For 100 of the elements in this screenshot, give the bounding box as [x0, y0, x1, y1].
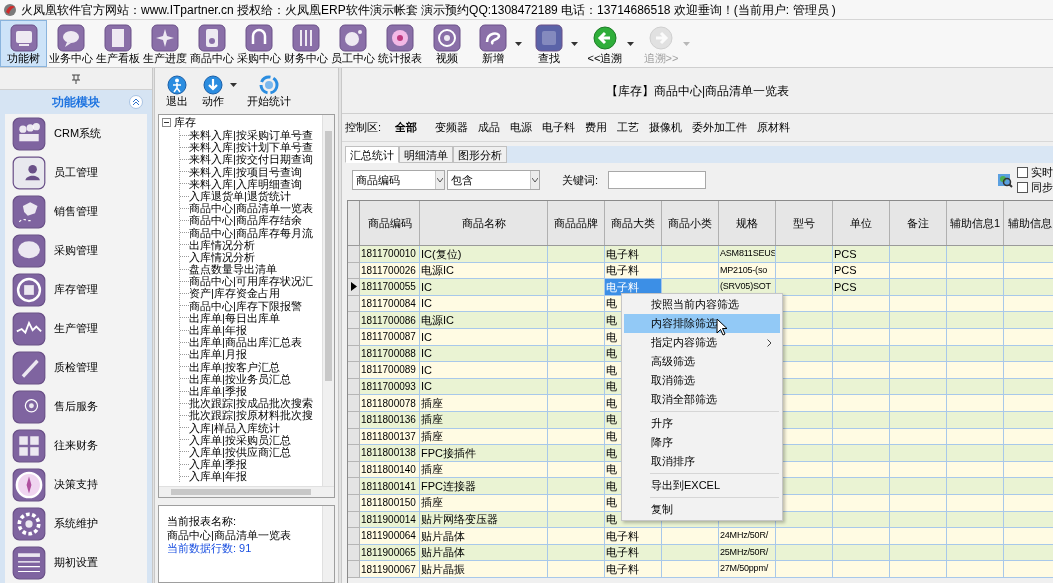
tree-item[interactable]: 入库退货单|退货统计: [189, 189, 291, 203]
tree-item[interactable]: 入库单|年报: [189, 470, 247, 483]
menu-item[interactable]: 内容排除筛选: [624, 314, 780, 333]
toolbar-button[interactable]: 采购中心: [235, 20, 282, 67]
toolbar-button[interactable]: 视频: [423, 20, 470, 67]
tree-item[interactable]: 出库单|按客户汇总: [189, 360, 280, 373]
toolbar-button[interactable]: 统计报表: [376, 20, 423, 67]
tree-item[interactable]: 批次跟踪|按成品批次搜索: [189, 397, 313, 410]
tree-item[interactable]: 商品中心|商品库存每月流: [189, 226, 313, 239]
toolbar-button[interactable]: 业务中心: [47, 20, 94, 67]
tree-item[interactable]: 入库单|按采购员汇总: [189, 433, 291, 446]
column-header[interactable]: 商品编码: [360, 201, 420, 245]
tree-item[interactable]: 入库情况分析: [189, 250, 255, 264]
action-button[interactable]: 开始统计: [243, 75, 295, 108]
tree-item[interactable]: 入库单|季报: [189, 458, 247, 471]
tab[interactable]: 图形分析: [453, 146, 507, 163]
category-filter[interactable]: 变频器: [435, 119, 469, 136]
table-cell: [548, 478, 605, 495]
checkbox[interactable]: 实时: [1017, 166, 1053, 179]
column-header[interactable]: 型号: [776, 201, 833, 245]
sidebar-item[interactable]: 往来财务: [5, 426, 147, 465]
sidebar-item[interactable]: CRM系统: [5, 114, 147, 153]
sidebar-item[interactable]: 系统维护: [5, 504, 147, 543]
sidebar-item[interactable]: 质检管理: [5, 348, 147, 387]
table-cell: IC: [420, 362, 548, 379]
tree-item[interactable]: 来料入库|按项目号查询: [189, 165, 302, 178]
horizontal-scrollbar[interactable]: [159, 486, 334, 497]
tree-item[interactable]: 批次跟踪|按原材料批次搜: [189, 409, 313, 422]
tab[interactable]: 汇总统计: [345, 146, 399, 163]
toolbar-button[interactable]: 员工中心: [329, 20, 376, 67]
column-header[interactable]: 商品名称: [420, 201, 548, 245]
tree-item[interactable]: 入库|样品入库统计: [189, 421, 280, 434]
action-button[interactable]: 动作: [198, 75, 237, 108]
toolbar-button[interactable]: 新增: [470, 20, 526, 67]
tree-item[interactable]: 来料入库|入库明细查询: [189, 177, 302, 190]
category-filter[interactable]: 摄像机: [649, 119, 683, 136]
sidebar-item[interactable]: 采购管理: [5, 231, 147, 270]
row-header[interactable]: [348, 279, 360, 296]
category-filter[interactable]: 原材料: [757, 119, 791, 136]
keyword-input[interactable]: [608, 171, 707, 189]
tree-item[interactable]: 商品中心|商品库存结余: [189, 214, 302, 227]
sidebar-item[interactable]: 销售管理: [5, 192, 147, 231]
column-header[interactable]: 单位: [833, 201, 890, 245]
category-filter[interactable]: 费用: [585, 119, 608, 136]
column-header[interactable]: 商品小类: [662, 201, 719, 245]
toolbar-button[interactable]: 财务中心: [282, 20, 329, 67]
tree-item[interactable]: 商品中心|可用库存状况汇: [189, 275, 313, 288]
tree-item[interactable]: 来料入库|按计划下单号查: [189, 141, 313, 154]
category-filter[interactable]: 成品: [478, 119, 501, 136]
column-header[interactable]: 辅助信息1: [947, 201, 1004, 245]
category-filter[interactable]: 电源: [510, 119, 533, 136]
checkbox[interactable]: 同步: [1017, 181, 1053, 194]
tree-item[interactable]: 商品中心|商品清单一览表: [189, 202, 313, 215]
sidebar-item[interactable]: 期初设置: [5, 543, 147, 582]
sidebar-item[interactable]: 生产管理: [5, 309, 147, 348]
tree-item[interactable]: 来料入库|按采购订单号查: [189, 129, 313, 142]
tree-item[interactable]: 出库单|按业务员汇总: [189, 372, 291, 385]
tree-item[interactable]: 出库单|每日出库单: [189, 311, 280, 324]
tree-item[interactable]: 出库单|季报: [189, 384, 247, 398]
tree-item[interactable]: 出库单|商品出库汇总表: [189, 336, 302, 349]
table-cell: [548, 362, 605, 379]
tree-item[interactable]: 入库单|按供应商汇总: [189, 445, 291, 459]
dropdown-field[interactable]: 商品编码: [352, 170, 445, 190]
category-filter[interactable]: 电子料: [542, 119, 576, 136]
vertical-scrollbar[interactable]: [322, 506, 334, 582]
tree-item[interactable]: 出库情况分析: [189, 238, 255, 251]
tree-item[interactable]: 商品中心|库存下限报警: [189, 299, 302, 312]
table-cell: [947, 478, 1004, 495]
tree-item[interactable]: 出库单|年报: [189, 324, 247, 337]
sidebar-item[interactable]: 售后服务: [5, 387, 147, 426]
vertical-scrollbar[interactable]: [322, 115, 334, 486]
sidebar-item[interactable]: 员工管理: [5, 153, 147, 192]
toolbar-button[interactable]: 生产进度: [141, 20, 188, 67]
table-cell: [548, 561, 605, 578]
toolbar-button[interactable]: 查找: [526, 20, 582, 67]
tree-item[interactable]: 资产|库存资金占用: [189, 287, 280, 300]
category-filter[interactable]: 全部: [395, 119, 418, 136]
collapse-button[interactable]: [129, 95, 143, 109]
category-filter[interactable]: 工艺: [617, 119, 640, 136]
column-header[interactable]: 规格: [719, 201, 776, 245]
toolbar-button[interactable]: <<追溯: [582, 20, 638, 67]
dropdown-field[interactable]: 包含: [447, 170, 540, 190]
toolbar-button[interactable]: 功能树: [0, 20, 47, 67]
toolbar-button[interactable]: 商品中心: [188, 20, 235, 67]
table-cell: [548, 411, 605, 429]
tree-item[interactable]: 库存: [174, 116, 196, 129]
category-filter[interactable]: 委外加工件: [692, 119, 748, 136]
tree-item[interactable]: 来料入库|按交付日期查询: [189, 153, 313, 166]
toolbar-button[interactable]: 生产看板: [94, 20, 141, 67]
column-header[interactable]: 商品大类: [605, 201, 662, 245]
tree-item[interactable]: 出库单|月报: [189, 348, 247, 361]
sidebar-item[interactable]: 库存管理: [5, 270, 147, 309]
tab[interactable]: 明细清单: [399, 146, 453, 163]
sidebar-item[interactable]: 决策支持: [5, 465, 147, 504]
column-header[interactable]: 辅助信息: [1004, 201, 1053, 245]
table-cell: [890, 561, 947, 578]
tree-item[interactable]: 盘点数量导出清单: [189, 263, 277, 276]
action-button[interactable]: 退出: [162, 75, 192, 108]
column-header[interactable]: 商品品牌: [548, 201, 605, 245]
column-header[interactable]: 备注: [890, 201, 947, 245]
